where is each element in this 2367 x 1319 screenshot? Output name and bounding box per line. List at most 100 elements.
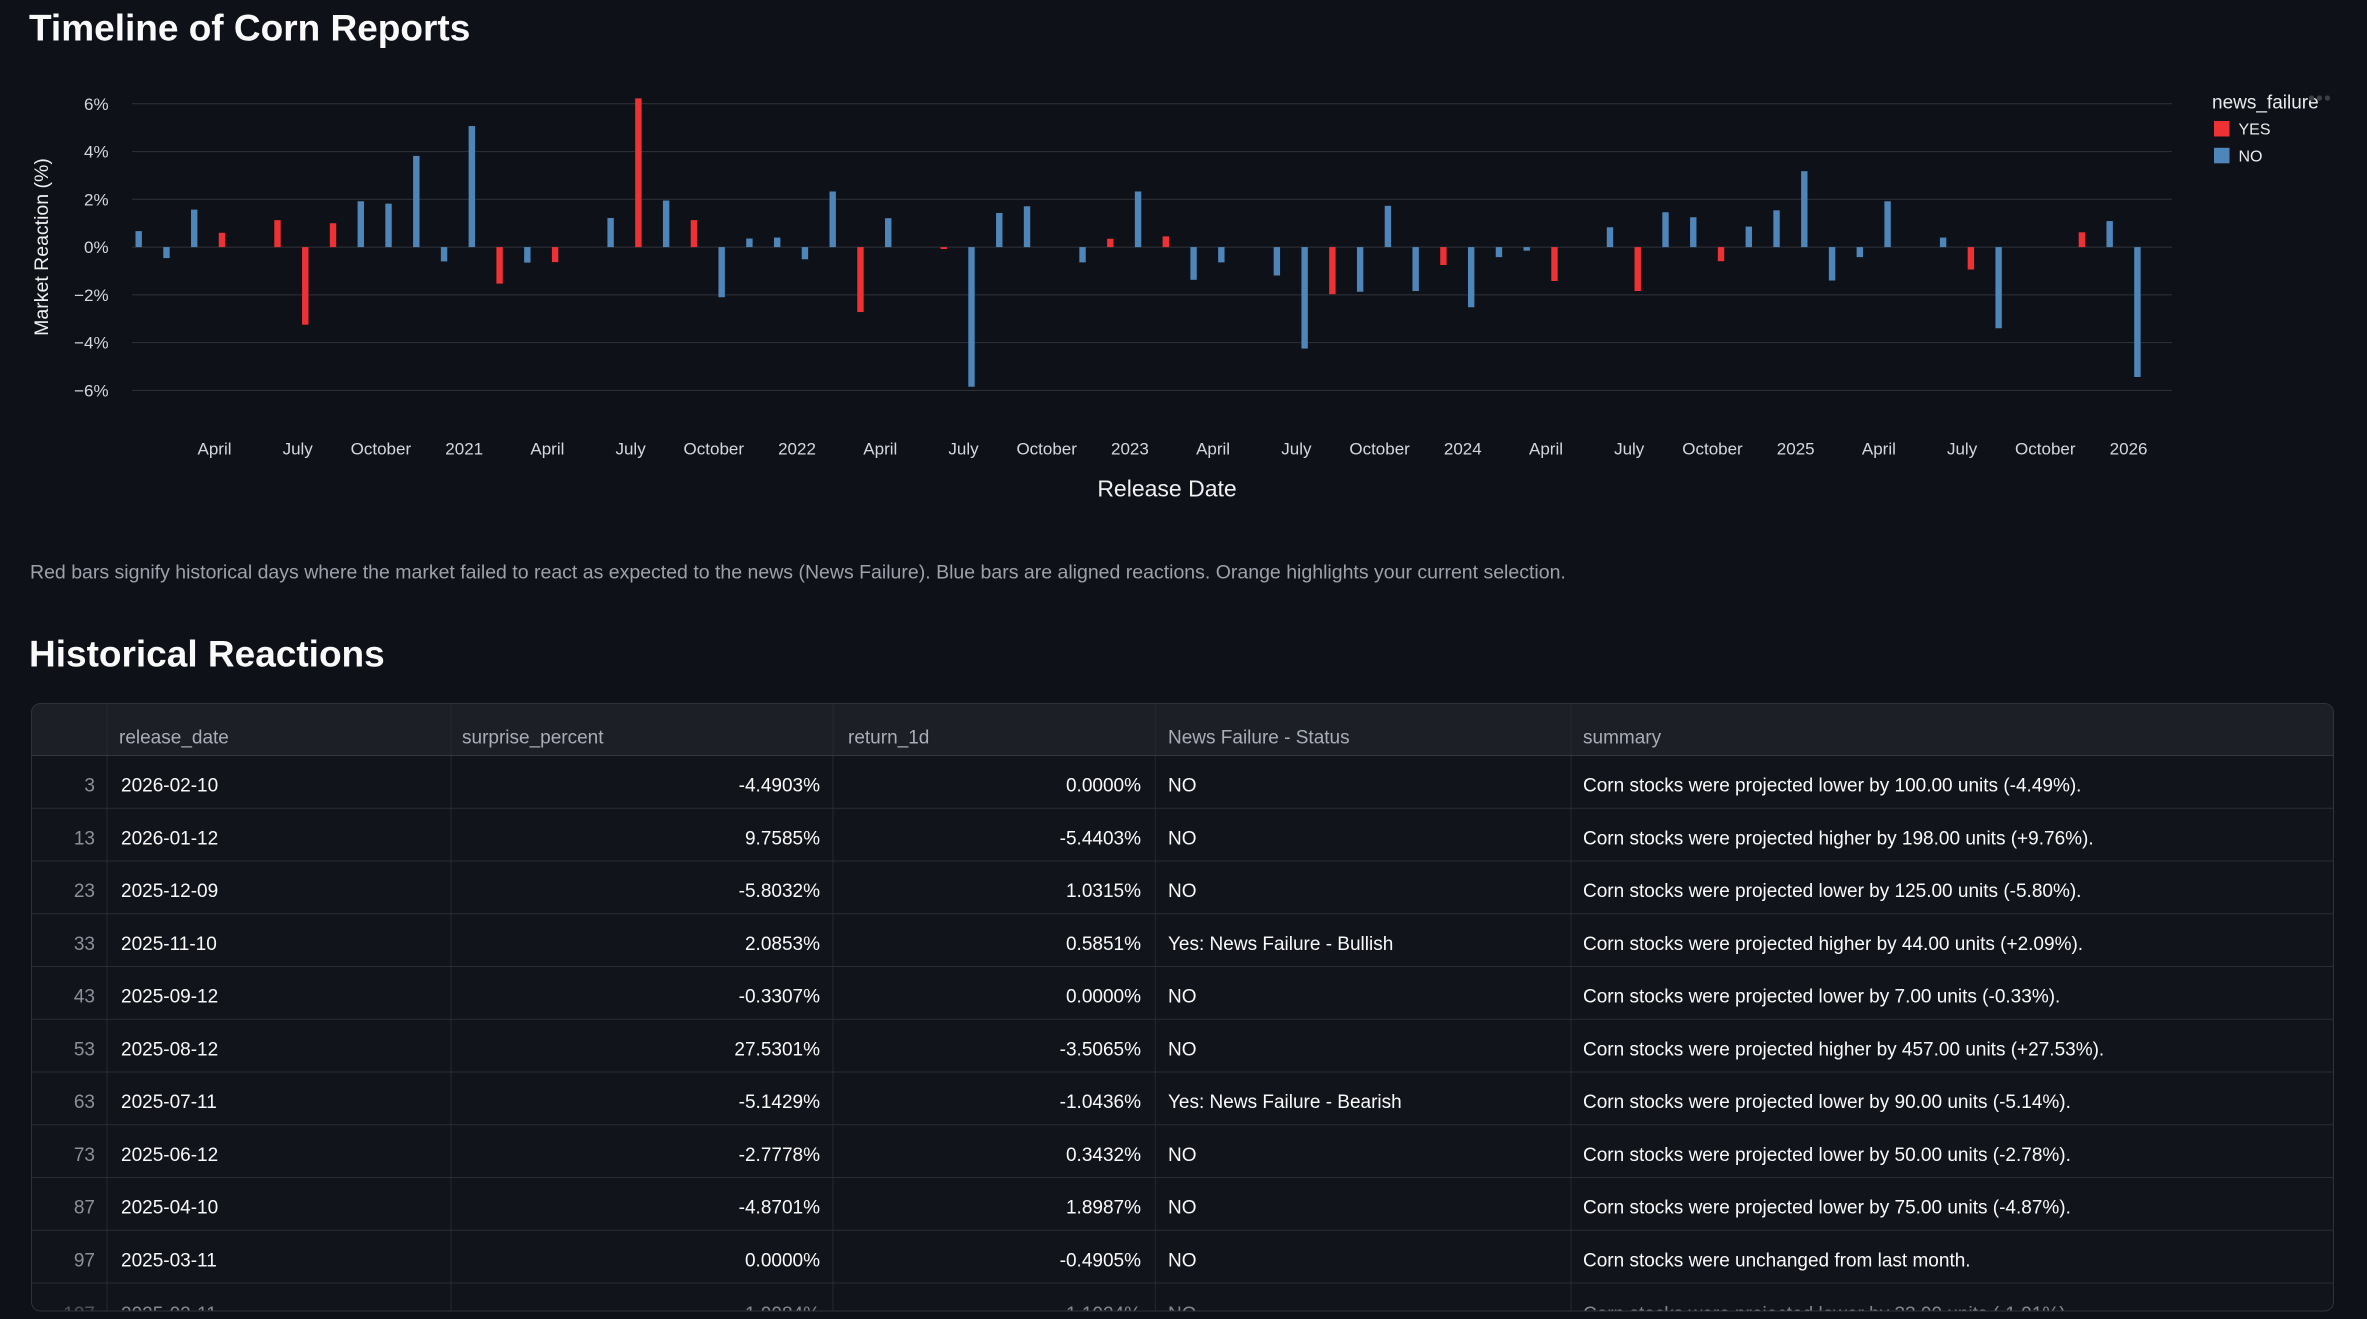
svg-text:July: July [1947, 440, 1978, 459]
svg-text:Yes: News Failure - Bearish: Yes: News Failure - Bearish [1168, 1092, 1402, 1113]
svg-text:-1.0436%: -1.0436% [1060, 1092, 1141, 1113]
svg-text:2023: 2023 [1111, 440, 1149, 459]
svg-text:2026-01-12: 2026-01-12 [121, 829, 218, 850]
svg-text:NO: NO [2239, 149, 2263, 166]
svg-text:-4.4903%: -4.4903% [739, 776, 820, 797]
svg-text:NO: NO [1168, 776, 1197, 797]
svg-text:2022: 2022 [778, 440, 816, 459]
svg-text:October: October [1349, 440, 1410, 459]
svg-text:−2%: −2% [74, 286, 109, 305]
svg-text:2025-07-11: 2025-07-11 [121, 1092, 217, 1113]
svg-text:-5.1429%: -5.1429% [739, 1092, 820, 1113]
svg-text:Timeline of Corn Reports: Timeline of Corn Reports [29, 8, 470, 49]
svg-text:April: April [863, 440, 897, 459]
svg-text:July: July [283, 440, 314, 459]
svg-text:33: 33 [74, 934, 95, 955]
svg-text:Corn stocks were projected low: Corn stocks were projected lower by 125.… [1583, 881, 2081, 902]
svg-text:Corn stocks were unchanged fro: Corn stocks were unchanged from last mon… [1583, 1251, 1971, 1272]
svg-text:2.0853%: 2.0853% [745, 934, 820, 955]
svg-text:October: October [684, 440, 745, 459]
svg-text:9.7585%: 9.7585% [745, 829, 820, 850]
svg-text:Release Date: Release Date [1097, 475, 1236, 501]
svg-text:4%: 4% [84, 143, 109, 162]
svg-text:2025: 2025 [1777, 440, 1815, 459]
svg-text:July: July [1281, 440, 1312, 459]
svg-text:2025-04-10: 2025-04-10 [121, 1198, 218, 1219]
svg-text:2025-06-12: 2025-06-12 [121, 1145, 218, 1166]
svg-text:summary: summary [1583, 728, 1662, 749]
svg-text:-5.8032%: -5.8032% [739, 881, 820, 902]
svg-text:April: April [530, 440, 564, 459]
svg-text:Corn stocks were projected low: Corn stocks were projected lower by 50.0… [1583, 1145, 2071, 1166]
svg-text:surprise_percent: surprise_percent [462, 728, 604, 749]
svg-text:July: July [615, 440, 646, 459]
svg-text:Historical Reactions: Historical Reactions [29, 634, 385, 675]
svg-text:2025-03-11: 2025-03-11 [121, 1251, 217, 1272]
svg-text:October: October [351, 440, 412, 459]
svg-text:NO: NO [1168, 987, 1197, 1008]
svg-text:0.5851%: 0.5851% [1066, 934, 1141, 955]
svg-text:−6%: −6% [74, 381, 109, 400]
svg-text:2025-09-12: 2025-09-12 [121, 987, 218, 1008]
svg-text:NO: NO [1168, 829, 1197, 850]
svg-text:3: 3 [84, 776, 95, 797]
svg-text:Red bars signify historical da: Red bars signify historical days where t… [30, 562, 1566, 584]
svg-text:0%: 0% [84, 238, 109, 257]
svg-text:87: 87 [74, 1198, 95, 1219]
svg-text:YES: YES [2239, 121, 2271, 138]
svg-text:April: April [1862, 440, 1896, 459]
svg-text:April: April [1529, 440, 1563, 459]
svg-text:23: 23 [74, 881, 95, 902]
svg-text:April: April [1196, 440, 1230, 459]
svg-text:October: October [2015, 440, 2076, 459]
svg-text:NO: NO [1168, 1251, 1197, 1272]
svg-text:NO: NO [1168, 881, 1197, 902]
svg-text:Corn stocks were projected hig: Corn stocks were projected higher by 198… [1583, 829, 2094, 850]
svg-text:27.5301%: 27.5301% [734, 1040, 820, 1061]
svg-text:2026-02-10: 2026-02-10 [121, 776, 218, 797]
svg-text:Corn stocks were projected low: Corn stocks were projected lower by 7.00… [1583, 987, 2060, 1008]
svg-text:43: 43 [74, 987, 95, 1008]
svg-text:Yes: News Failure - Bullish: Yes: News Failure - Bullish [1168, 934, 1393, 955]
svg-text:return_1d: return_1d [848, 728, 929, 749]
svg-text:63: 63 [74, 1092, 95, 1113]
svg-text:news_failure: news_failure [2212, 92, 2319, 113]
svg-text:-0.3307%: -0.3307% [739, 987, 820, 1008]
svg-text:Corn stocks were projected hig: Corn stocks were projected higher by 457… [1583, 1040, 2104, 1061]
svg-text:6%: 6% [84, 95, 109, 114]
svg-text:2025-08-12: 2025-08-12 [121, 1040, 218, 1061]
svg-text:NO: NO [1168, 1198, 1197, 1219]
svg-text:2024: 2024 [1444, 440, 1482, 459]
svg-text:2021: 2021 [445, 440, 483, 459]
svg-text:0.0000%: 0.0000% [745, 1251, 820, 1272]
svg-text:97: 97 [74, 1251, 95, 1272]
svg-text:-3.5065%: -3.5065% [1060, 1040, 1141, 1061]
svg-text:2%: 2% [84, 190, 109, 209]
svg-text:Corn stocks were projected low: Corn stocks were projected lower by 90.0… [1583, 1092, 2071, 1113]
svg-text:October: October [1682, 440, 1743, 459]
svg-text:-5.4403%: -5.4403% [1060, 829, 1141, 850]
svg-text:October: October [1016, 440, 1077, 459]
svg-text:1.8987%: 1.8987% [1066, 1198, 1141, 1219]
svg-text:-4.8701%: -4.8701% [739, 1198, 820, 1219]
svg-text:July: July [1614, 440, 1645, 459]
svg-text:1.0315%: 1.0315% [1066, 881, 1141, 902]
svg-text:July: July [948, 440, 979, 459]
svg-text:release_date: release_date [119, 728, 229, 749]
svg-text:2026: 2026 [2110, 440, 2148, 459]
svg-text:53: 53 [74, 1040, 95, 1061]
svg-text:-0.4905%: -0.4905% [1060, 1251, 1141, 1272]
svg-text:2025-12-09: 2025-12-09 [121, 881, 218, 902]
svg-text:2025-11-10: 2025-11-10 [121, 934, 217, 955]
svg-text:NO: NO [1168, 1040, 1197, 1061]
svg-text:0.0000%: 0.0000% [1066, 776, 1141, 797]
svg-text:Corn stocks were projected hig: Corn stocks were projected higher by 44.… [1583, 934, 2083, 955]
svg-text:0.3432%: 0.3432% [1066, 1145, 1141, 1166]
svg-text:13: 13 [74, 829, 95, 850]
svg-text:-2.7778%: -2.7778% [739, 1145, 820, 1166]
svg-text:Corn stocks were projected low: Corn stocks were projected lower by 100.… [1583, 776, 2081, 797]
svg-text:0.0000%: 0.0000% [1066, 987, 1141, 1008]
svg-text:April: April [197, 440, 231, 459]
svg-text:NO: NO [1168, 1145, 1197, 1166]
svg-text:Market Reaction (%): Market Reaction (%) [31, 158, 53, 336]
